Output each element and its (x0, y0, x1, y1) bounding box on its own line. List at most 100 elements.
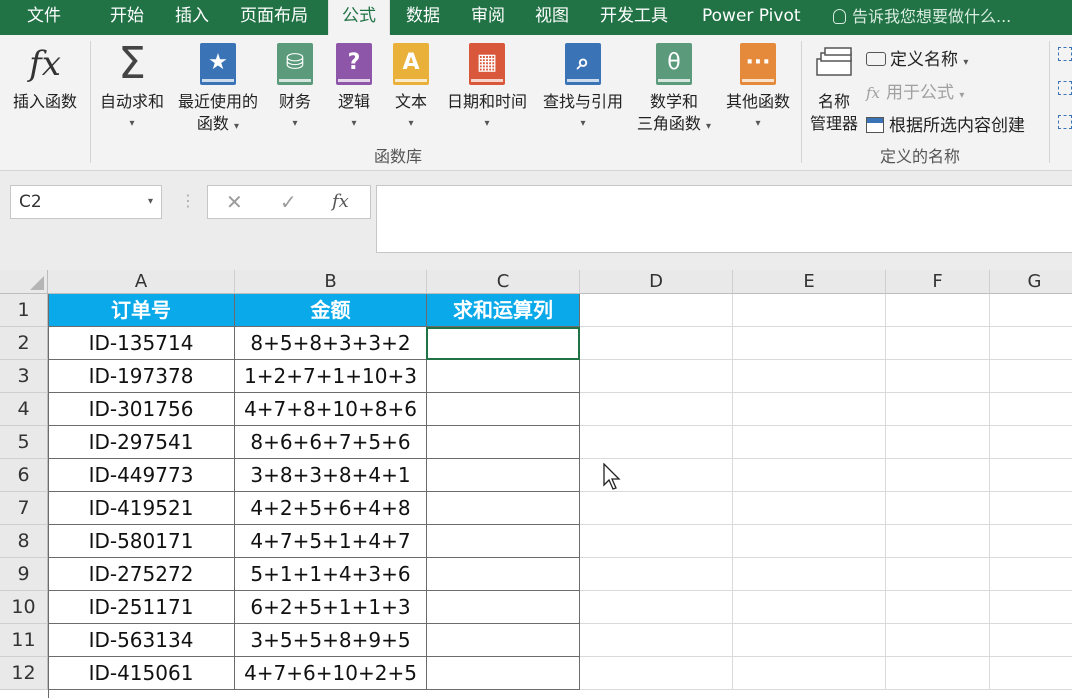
cell-b1[interactable]: 金额 (235, 294, 427, 327)
autosum-button[interactable]: Σ 自动求和 ▾ (94, 35, 170, 171)
cell-d7[interactable] (580, 492, 733, 525)
cell-a6[interactable]: ID-449773 (48, 459, 235, 492)
trace-icon[interactable] (1058, 81, 1072, 95)
cell-e12[interactable] (733, 657, 886, 690)
cell-f3[interactable] (886, 360, 990, 393)
cell-b2[interactable]: 8+5+8+3+3+2 (235, 327, 427, 360)
cell-d3[interactable] (580, 360, 733, 393)
row-header-9[interactable]: 9 (0, 558, 48, 591)
cell-b12[interactable]: 4+7+6+10+2+5 (235, 657, 427, 690)
row-header-12[interactable]: 12 (0, 657, 48, 690)
column-header-a[interactable]: A (48, 270, 235, 294)
cell-e10[interactable] (733, 591, 886, 624)
cell-g5[interactable] (990, 426, 1072, 459)
cell-a2[interactable]: ID-135714 (48, 327, 235, 360)
cell-e1[interactable] (733, 294, 886, 327)
cell-a12[interactable]: ID-415061 (48, 657, 235, 690)
cell-g12[interactable] (990, 657, 1072, 690)
cell-c6[interactable] (427, 459, 580, 492)
cell-c2[interactable] (427, 327, 580, 360)
cell-b8[interactable]: 4+7+5+1+4+7 (235, 525, 427, 558)
trace-icon[interactable] (1058, 47, 1072, 61)
row-header-1[interactable]: 1 (0, 294, 48, 327)
column-header-d[interactable]: D (580, 270, 733, 294)
cell-b9[interactable]: 5+1+1+4+3+6 (235, 558, 427, 591)
cell-f2[interactable] (886, 327, 990, 360)
row-header-2[interactable]: 2 (0, 327, 48, 360)
cell-f12[interactable] (886, 657, 990, 690)
cell-d2[interactable] (580, 327, 733, 360)
tab-page-layout[interactable]: 页面布局 (240, 0, 308, 35)
row-header-10[interactable]: 10 (0, 591, 48, 624)
use-in-formula-button[interactable]: fx 用于公式 ▾ (866, 78, 964, 103)
cell-c4[interactable] (427, 393, 580, 426)
cell-d11[interactable] (580, 624, 733, 657)
insert-function-button[interactable]: fx 插入函数 (4, 35, 86, 171)
more-functions-button[interactable]: ··· 其他函数 ▾ (720, 35, 796, 171)
tell-me-box[interactable]: 告诉我您想要做什么... (833, 0, 1011, 35)
name-box[interactable]: C2 ▾ (10, 185, 162, 219)
cell-f9[interactable] (886, 558, 990, 591)
cell-d10[interactable] (580, 591, 733, 624)
cell-b6[interactable]: 3+8+3+8+4+1 (235, 459, 427, 492)
cell-a5[interactable]: ID-297541 (48, 426, 235, 459)
cell-b4[interactable]: 4+7+8+10+8+6 (235, 393, 427, 426)
row-header-5[interactable]: 5 (0, 426, 48, 459)
cell-b3[interactable]: 1+2+7+1+10+3 (235, 360, 427, 393)
cell-f11[interactable] (886, 624, 990, 657)
tab-data[interactable]: 数据 (406, 0, 440, 35)
cell-c12[interactable] (427, 657, 580, 690)
cell-e7[interactable] (733, 492, 886, 525)
tab-insert[interactable]: 插入 (175, 0, 209, 35)
datetime-button[interactable]: ▦ 日期和时间 ▾ (440, 35, 534, 171)
cell-e3[interactable] (733, 360, 886, 393)
cell-a11[interactable]: ID-563134 (48, 624, 235, 657)
cell-e2[interactable] (733, 327, 886, 360)
cell-g4[interactable] (990, 393, 1072, 426)
cell-a1[interactable]: 订单号 (48, 294, 235, 327)
cell-b10[interactable]: 6+2+5+1+1+3 (235, 591, 427, 624)
cell-g3[interactable] (990, 360, 1072, 393)
lookup-button[interactable]: ⌕ 查找与引用 ▾ (536, 35, 630, 171)
cell-c11[interactable] (427, 624, 580, 657)
cell-g9[interactable] (990, 558, 1072, 591)
tab-formulas[interactable]: 公式 (328, 0, 390, 35)
cell-f7[interactable] (886, 492, 990, 525)
drag-handle-icon[interactable]: ⋮ (180, 191, 196, 210)
cell-b5[interactable]: 8+6+6+7+5+6 (235, 426, 427, 459)
column-header-f[interactable]: F (886, 270, 990, 294)
cell-f5[interactable] (886, 426, 990, 459)
row-header-7[interactable]: 7 (0, 492, 48, 525)
cell-d8[interactable] (580, 525, 733, 558)
cell-d12[interactable] (580, 657, 733, 690)
cell-a9[interactable]: ID-275272 (48, 558, 235, 591)
cell-e5[interactable] (733, 426, 886, 459)
cell-c1[interactable]: 求和运算列 (427, 294, 580, 327)
cancel-icon[interactable]: ✕ (226, 186, 243, 218)
row-header-6[interactable]: 6 (0, 459, 48, 492)
cell-f10[interactable] (886, 591, 990, 624)
tab-developer[interactable]: 开发工具 (600, 0, 668, 35)
cell-e8[interactable] (733, 525, 886, 558)
cell-e6[interactable] (733, 459, 886, 492)
tab-view[interactable]: 视图 (535, 0, 569, 35)
cell-f1[interactable] (886, 294, 990, 327)
cell-g6[interactable] (990, 459, 1072, 492)
cell-c10[interactable] (427, 591, 580, 624)
row-header-4[interactable]: 4 (0, 393, 48, 426)
cell-e11[interactable] (733, 624, 886, 657)
row-header-3[interactable]: 3 (0, 360, 48, 393)
cell-g10[interactable] (990, 591, 1072, 624)
cell-d9[interactable] (580, 558, 733, 591)
cell-c3[interactable] (427, 360, 580, 393)
cell-g8[interactable] (990, 525, 1072, 558)
create-from-selection-button[interactable]: 根据所选内容创建 (866, 111, 1025, 136)
column-header-g[interactable]: G (990, 270, 1072, 294)
tab-review[interactable]: 审阅 (471, 0, 505, 35)
select-all-corner[interactable] (0, 270, 48, 294)
cell-f4[interactable] (886, 393, 990, 426)
formula-input[interactable] (376, 185, 1072, 253)
trace-icon[interactable] (1058, 115, 1072, 129)
column-header-c[interactable]: C (427, 270, 580, 294)
cell-a3[interactable]: ID-197378 (48, 360, 235, 393)
